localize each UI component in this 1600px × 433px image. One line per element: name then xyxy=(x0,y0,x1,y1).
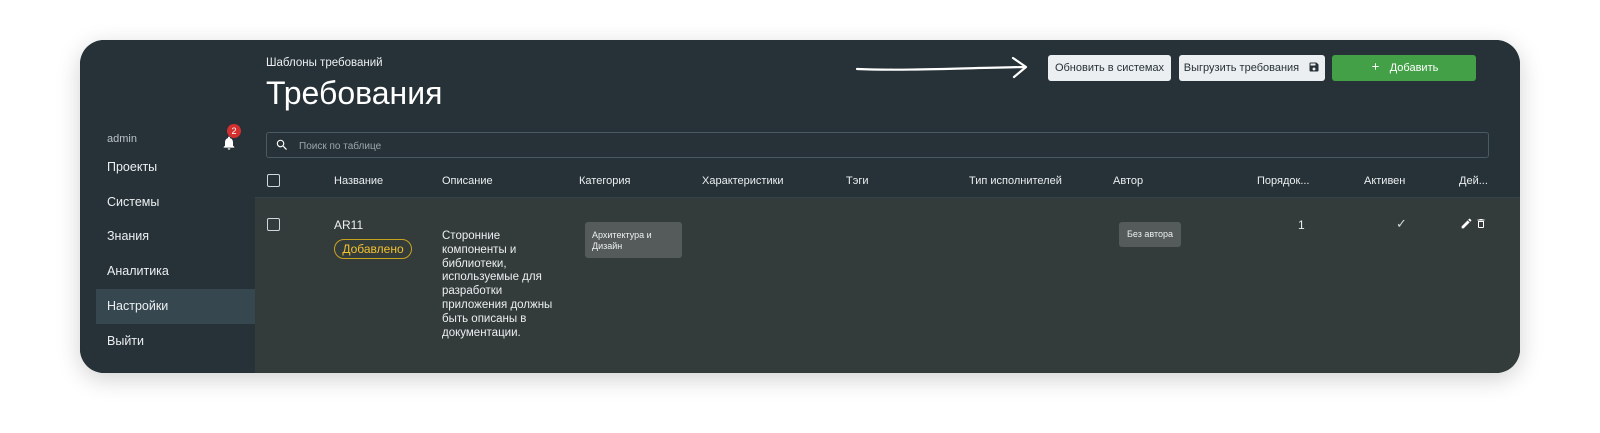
sidebar-item-knowledge[interactable]: Знания xyxy=(96,219,255,254)
select-all-checkbox[interactable] xyxy=(267,174,280,187)
export-button-label: Выгрузить требования xyxy=(1183,62,1300,74)
search-input[interactable] xyxy=(297,133,1481,159)
column-header-tags[interactable]: Тэги xyxy=(846,165,869,197)
add-button-label: Добавить xyxy=(1389,62,1439,74)
app-window: admin 2 Проекты Системы Знания Аналитика… xyxy=(80,40,1520,373)
sidebar-item-systems[interactable]: Системы xyxy=(96,185,255,220)
column-header-name[interactable]: Название xyxy=(334,165,383,197)
delete-icon[interactable] xyxy=(1475,217,1487,230)
status-badge: Добавлено xyxy=(334,239,412,259)
arrow-icon xyxy=(855,56,1028,79)
main-area: Шаблоны требований Требования Обновить в… xyxy=(255,40,1520,373)
username: admin xyxy=(107,133,137,145)
page-title: Требования xyxy=(266,75,443,111)
sidebar: admin 2 Проекты Системы Знания Аналитика… xyxy=(80,40,256,373)
category-chip: Архитектура и Дизайн xyxy=(585,222,682,258)
sidebar-item-analytics[interactable]: Аналитика xyxy=(96,254,255,289)
notification-badge: 2 xyxy=(227,124,241,138)
table-row[interactable]: AR11 Добавлено Сторонние компоненты и би… xyxy=(255,198,1520,373)
author-chip: Без автора xyxy=(1119,222,1181,247)
table-header: Название Описание Категория Характеристи… xyxy=(255,165,1520,198)
sidebar-item-projects[interactable]: Проекты xyxy=(96,150,255,185)
column-header-characteristics[interactable]: Характеристики xyxy=(702,165,784,197)
breadcrumb: Шаблоны требований xyxy=(266,57,383,69)
checkmark-icon: ✓ xyxy=(1396,216,1407,231)
row-checkbox[interactable] xyxy=(267,218,280,231)
requirement-name: AR11 xyxy=(334,218,364,232)
column-header-order[interactable]: Порядок... xyxy=(1257,165,1310,197)
add-button[interactable]: Добавить xyxy=(1332,55,1476,81)
sidebar-item-logout[interactable]: Выйти xyxy=(96,324,255,359)
export-requirements-button[interactable]: Выгрузить требования xyxy=(1179,55,1325,81)
column-header-active[interactable]: Активен xyxy=(1364,165,1405,197)
update-button-label: Обновить в системах xyxy=(1054,62,1165,74)
edit-icon[interactable] xyxy=(1460,217,1473,230)
table-area: Название Описание Категория Характеристи… xyxy=(255,125,1520,373)
sidebar-item-settings[interactable]: Настройки xyxy=(96,289,255,324)
notifications-button[interactable]: 2 xyxy=(219,124,241,152)
search-box[interactable] xyxy=(266,132,1489,159)
column-header-actions[interactable]: Дей... xyxy=(1459,165,1488,197)
column-header-category[interactable]: Категория xyxy=(579,165,630,197)
column-header-description[interactable]: Описание xyxy=(442,165,493,197)
order-value: 1 xyxy=(1298,218,1305,232)
search-icon xyxy=(276,139,287,150)
page-header: Шаблоны требований Требования Обновить в… xyxy=(255,40,1520,126)
column-header-executor-type[interactable]: Тип исполнителей xyxy=(969,165,1062,197)
column-header-author[interactable]: Автор xyxy=(1113,165,1143,197)
user-row: admin 2 xyxy=(96,124,241,152)
plus-icon xyxy=(1371,63,1379,70)
requirement-description: Сторонние компоненты и библиотеки, испол… xyxy=(442,230,553,339)
save-icon xyxy=(1309,62,1319,72)
update-in-systems-button[interactable]: Обновить в системах xyxy=(1048,55,1171,81)
